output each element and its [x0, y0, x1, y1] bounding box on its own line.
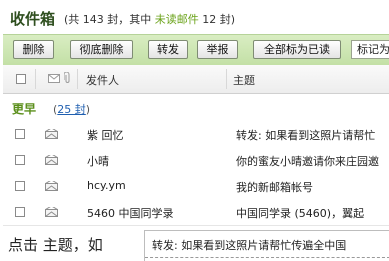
mail-count-prefix: (共 143 封，其中 — [64, 13, 152, 26]
email-subject[interactable]: 你的蜜友小晴邀请你来庄园邀 — [236, 153, 389, 169]
delete-permanently-button[interactable]: 彻底删除 — [70, 40, 133, 59]
inbox-titlebar: 收件箱 (共 143 封，其中 未读邮件 12 封) — [0, 0, 389, 34]
email-row[interactable]: 紫 回忆 转发: 如果看到这照片请帮忙 — [3, 121, 389, 148]
email-sender: 小晴 — [87, 155, 109, 168]
date-group-header: 更早 (25 封) — [3, 94, 389, 122]
instruction-caption: 点击 主题，如 — [8, 236, 103, 254]
unread-mail-link[interactable]: 未读邮件 — [155, 13, 199, 26]
email-row-checkbox[interactable] — [15, 155, 25, 165]
group-count: (25 封) — [53, 101, 90, 117]
email-row-checkbox[interactable] — [15, 181, 25, 191]
group-count-link[interactable]: 25 封 — [57, 103, 86, 116]
sender-column-header[interactable]: 发件人 — [86, 72, 119, 88]
forward-button[interactable]: 转发 — [148, 40, 188, 59]
tooltip-divider — [145, 257, 389, 258]
email-subject[interactable]: 我的新邮箱帐号 — [236, 179, 389, 195]
page-title: 收件箱 — [10, 10, 56, 28]
mail-toolbar: 删除 彻底删除 转发 举报 全部标为已读 标记为 — [3, 34, 389, 66]
read-envelope-icon — [45, 155, 58, 165]
group-title: 更早 — [12, 102, 37, 116]
read-envelope-icon — [45, 207, 58, 217]
mail-count-summary: (共 143 封，其中 未读邮件 12 封) — [64, 11, 235, 27]
unread-count: 12 封) — [202, 13, 236, 26]
attachment-icon — [64, 72, 70, 83]
column-divider — [226, 69, 227, 89]
delete-button[interactable]: 删除 — [13, 40, 54, 59]
email-row[interactable]: hcy.ym 我的新邮箱帐号 — [3, 173, 389, 200]
group-count-close: ) — [85, 103, 91, 116]
subject-tooltip: 转发: 如果看到这照片请帮忙传遍全中国 — [144, 230, 389, 261]
email-row[interactable]: 小晴 你的蜜友小晴邀请你来庄园邀 — [3, 147, 389, 174]
subject-column-header[interactable]: 主题 — [233, 72, 255, 88]
email-sender: hcy.ym — [87, 179, 126, 192]
read-envelope-icon — [45, 129, 58, 139]
email-row-checkbox[interactable] — [15, 207, 25, 217]
column-divider — [35, 69, 36, 89]
read-envelope-icon — [45, 181, 58, 191]
mail-list-header: 发件人 主题 — [3, 65, 389, 94]
envelope-icon — [48, 74, 60, 83]
email-sender: 5460 中国同学录 — [87, 207, 174, 220]
select-all-checkbox[interactable] — [16, 74, 26, 84]
mark-as-dropdown[interactable]: 标记为 — [351, 40, 389, 59]
email-row[interactable]: 5460 中国同学录 中国同学录 (5460)，翼起 — [3, 199, 389, 226]
email-sender: 紫 回忆 — [87, 129, 124, 142]
email-row-checkbox[interactable] — [15, 129, 25, 139]
column-divider — [77, 69, 78, 89]
tooltip-text: 转发: 如果看到这照片请帮忙传遍全中国 — [152, 239, 347, 252]
email-subject[interactable]: 转发: 如果看到这照片请帮忙 — [236, 127, 389, 143]
report-button[interactable]: 举报 — [197, 40, 238, 59]
email-subject[interactable]: 中国同学录 (5460)，翼起 — [236, 205, 389, 221]
mark-all-read-button[interactable]: 全部标为已读 — [253, 40, 341, 59]
